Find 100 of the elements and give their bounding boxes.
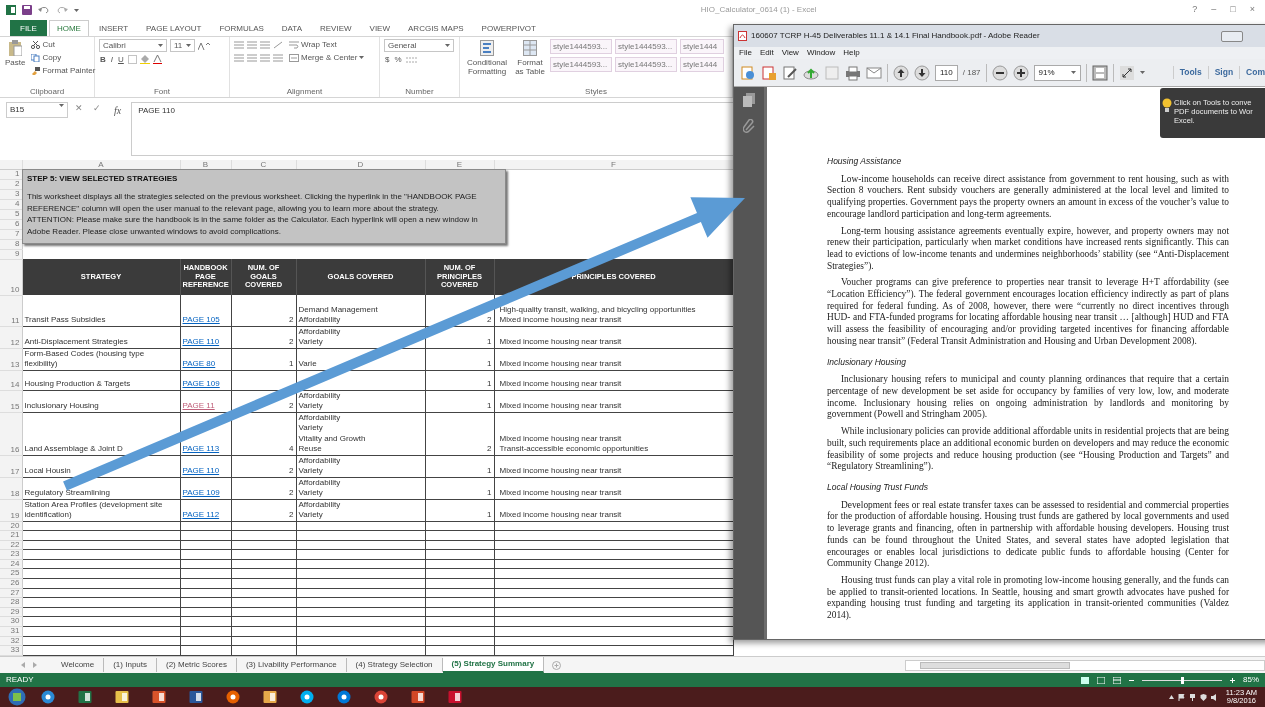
- font-style-button[interactable]: I: [109, 54, 114, 65]
- print-icon[interactable]: [845, 64, 861, 81]
- zoom-in-icon[interactable]: [1012, 64, 1029, 81]
- cancel-button[interactable]: ✕: [72, 102, 86, 116]
- page-link[interactable]: PAGE 105: [182, 315, 220, 324]
- flag-icon[interactable]: [1177, 693, 1185, 701]
- table-cell-text: Mixed income housing near transit: [499, 433, 623, 444]
- ribbon-tab[interactable]: POWERPIVOT: [473, 20, 544, 36]
- cell-style-option[interactable]: style1444593...: [615, 39, 677, 54]
- window-control[interactable]: ?: [1188, 3, 1202, 17]
- cell-style-option[interactable]: style1444593...: [550, 57, 612, 72]
- zoom-field[interactable]: 91%: [1033, 64, 1081, 81]
- merge-center-button[interactable]: Merge & Center: [288, 52, 366, 63]
- zoom-out-icon[interactable]: [1129, 677, 1134, 683]
- pane-button[interactable]: Sign: [1207, 66, 1240, 79]
- sheet-tab[interactable]: (1) Inputs: [104, 658, 157, 672]
- cell-style-option[interactable]: style1444: [680, 57, 724, 72]
- page-link[interactable]: PAGE 110: [182, 337, 220, 346]
- fit-page-icon[interactable]: [1091, 64, 1108, 81]
- window-control[interactable]: □: [1226, 3, 1240, 17]
- previous-page-icon[interactable]: [893, 64, 909, 81]
- copy-button[interactable]: Copy: [30, 52, 97, 63]
- enter-button[interactable]: ✓: [90, 102, 104, 116]
- ribbon-tab[interactable]: REVIEW: [312, 20, 360, 36]
- sheet-tab[interactable]: Welcome: [52, 658, 105, 672]
- sheet-tab[interactable]: (3) Livability Performance: [236, 658, 347, 672]
- wrap-text-button[interactable]: Wrap Text: [288, 39, 338, 50]
- column-header: B: [180, 160, 231, 169]
- cut-button[interactable]: Cut: [30, 39, 97, 50]
- pages-icon[interactable]: [743, 93, 755, 107]
- page-link[interactable]: PAGE 112: [182, 510, 220, 519]
- format-table-button[interactable]: Format as Table: [514, 39, 546, 77]
- table-cell: 1: [487, 359, 492, 368]
- page-number-field[interactable]: 110: [935, 64, 958, 81]
- edit-document-icon[interactable]: [782, 64, 798, 81]
- page-break-icon[interactable]: [1113, 676, 1121, 684]
- next-page-icon[interactable]: [914, 64, 930, 81]
- shield-icon[interactable]: [1199, 693, 1207, 701]
- ribbon-tab[interactable]: FORMULAS: [211, 20, 272, 36]
- font-name-field[interactable]: Calibri: [99, 39, 167, 52]
- caret-icon[interactable]: [74, 8, 79, 12]
- horizontal-scrollbar[interactable]: [905, 659, 1265, 671]
- ribbon-tab[interactable]: FILE: [10, 20, 47, 36]
- cell-style-option[interactable]: style1444593...: [550, 39, 612, 54]
- menu-item[interactable]: Edit: [759, 47, 774, 59]
- cell-style-option[interactable]: style1444: [680, 39, 724, 54]
- page-layout-icon[interactable]: [1097, 676, 1105, 684]
- menu-item[interactable]: Help: [843, 47, 860, 59]
- cell-style-option[interactable]: style1444593...: [615, 57, 677, 72]
- minimize-button[interactable]: [1221, 30, 1243, 42]
- table-cell: Anti-Displacement Strategies: [24, 337, 128, 347]
- ribbon-tab[interactable]: VIEW: [361, 20, 398, 36]
- zoom-out-icon[interactable]: [991, 64, 1008, 81]
- sheet-tab[interactable]: (5) Strategy Summary: [442, 657, 545, 673]
- window-control[interactable]: –: [1207, 3, 1221, 17]
- conditional-formatting-button[interactable]: Conditional Formatting: [464, 39, 510, 77]
- format-painter-button[interactable]: Format Painter: [30, 65, 97, 76]
- font-size-field[interactable]: 11: [170, 39, 196, 52]
- pane-button[interactable]: Tools: [1172, 66, 1208, 79]
- font-style-button[interactable]: B: [99, 54, 107, 65]
- number-format-button[interactable]: $: [384, 54, 391, 65]
- table-cell-text: Varie: [298, 359, 318, 369]
- speaker-icon[interactable]: [1210, 693, 1218, 701]
- ribbon-tab[interactable]: DATA: [273, 20, 310, 36]
- ribbon-tab[interactable]: PAGE LAYOUT: [138, 20, 210, 36]
- paste-button[interactable]: Paste: [4, 39, 27, 68]
- normal-view-icon[interactable]: [1081, 676, 1089, 684]
- menu-item[interactable]: View: [781, 47, 799, 59]
- page-link[interactable]: PAGE 80: [182, 359, 216, 368]
- menu-item[interactable]: Window: [806, 47, 836, 59]
- page-link[interactable]: PAGE 109: [182, 379, 220, 388]
- expand-icon[interactable]: [1118, 64, 1135, 81]
- tray-arrow-icon[interactable]: [1168, 695, 1174, 699]
- name-box[interactable]: B15: [6, 102, 68, 118]
- number-format-field[interactable]: General: [384, 39, 454, 52]
- column-header: F: [494, 160, 733, 169]
- table-cell-text: Demand Management: [298, 304, 379, 315]
- insert-function-button[interactable]: fx: [108, 102, 128, 119]
- page-link[interactable]: PAGE 109: [182, 488, 220, 497]
- email-icon[interactable]: [866, 64, 882, 81]
- paperclip-icon[interactable]: [743, 119, 755, 133]
- undo-icon[interactable]: [38, 6, 50, 14]
- page-link[interactable]: PAGE 110: [182, 466, 220, 475]
- ribbon-tab[interactable]: HOME: [48, 20, 89, 36]
- start-orb-icon[interactable]: [8, 688, 26, 706]
- number-format-button[interactable]: %: [393, 54, 403, 65]
- font-color-icon[interactable]: [152, 55, 162, 64]
- sheet-tab[interactable]: (2) Metric Scores: [157, 658, 237, 672]
- ribbon-tab[interactable]: ARCGIS MAPS: [400, 20, 472, 36]
- fill-color-icon[interactable]: [139, 55, 150, 64]
- page-link[interactable]: PAGE 113: [182, 444, 220, 453]
- pane-button[interactable]: Com: [1239, 66, 1265, 79]
- menu-item[interactable]: File: [739, 47, 752, 59]
- window-control[interactable]: ×: [1245, 3, 1259, 17]
- page-link[interactable]: PAGE 11: [182, 401, 215, 410]
- ribbon-tab[interactable]: INSERT: [90, 20, 137, 36]
- save-icon[interactable]: [22, 5, 32, 15]
- font-style-button[interactable]: U: [117, 54, 125, 65]
- caret-icon[interactable]: [1139, 71, 1145, 74]
- sheet-tab[interactable]: (4) Strategy Selection: [346, 658, 443, 672]
